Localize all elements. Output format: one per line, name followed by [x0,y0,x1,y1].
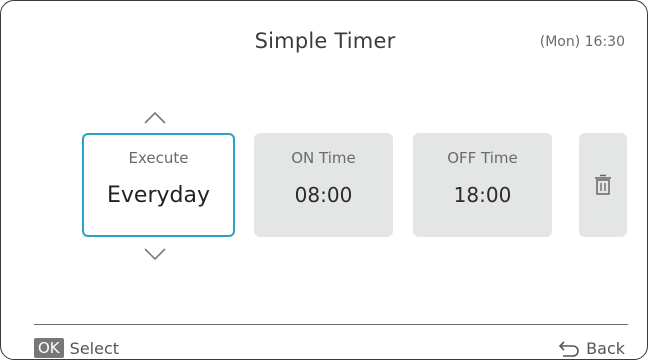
off-time-selector[interactable]: OFF Time 18:00 [413,133,552,237]
off-time-value: 18:00 [453,183,512,207]
execute-value: Everyday [107,183,210,208]
clock-display: (Mon) 16:30 [539,34,625,50]
back-button[interactable]: Back [558,337,625,359]
chevron-up-icon[interactable] [143,111,167,125]
device-screen: Simple Timer (Mon) 16:30 Execute Everyda… [0,0,648,360]
back-label: Back [586,338,625,358]
on-time-value: 08:00 [294,183,353,207]
execute-selector[interactable]: Execute Everyday [82,133,235,237]
back-arrow-icon [559,341,579,357]
ok-badge: OK [34,338,64,358]
select-label: Select [69,338,120,358]
chevron-down-icon[interactable] [143,247,167,261]
trash-icon [595,174,611,195]
execute-label: Execute [128,149,189,167]
footer-divider [34,324,628,325]
delete-button[interactable] [579,133,627,237]
off-time-label: OFF Time [447,149,518,167]
on-time-selector[interactable]: ON Time 08:00 [254,133,393,237]
on-time-label: ON Time [291,149,356,167]
select-hint[interactable]: OK Select [34,337,119,359]
